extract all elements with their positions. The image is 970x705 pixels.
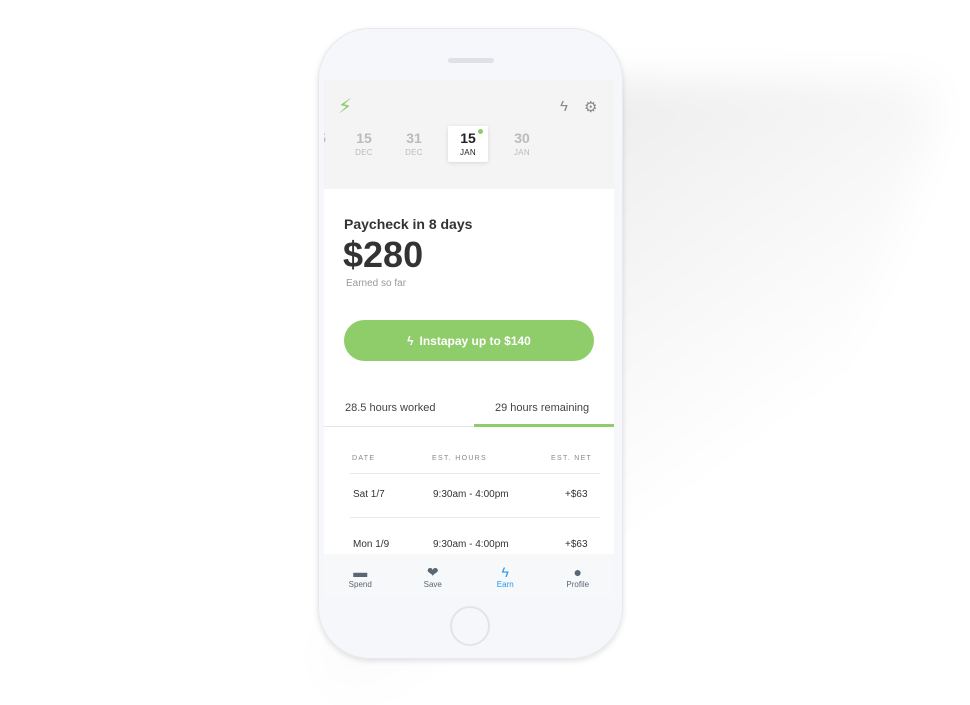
phone-frame: ⚡︎ ϟ ⚙ 5C 15DEC 31DEC 15JAN 30JAN Payche… [318, 28, 623, 659]
date-day: 5 [324, 130, 342, 146]
divider [350, 517, 600, 518]
row-hours: 9:30am - 4:00pm [433, 539, 509, 550]
date-month: JAN [459, 148, 476, 157]
nav-profile[interactable]: ● Profile [542, 554, 615, 598]
nav-earn[interactable]: ϟ Earn [469, 554, 542, 598]
status-dot [478, 129, 483, 134]
paycheck-title: Paycheck in 8 days [344, 216, 473, 232]
date-month: C [324, 148, 342, 157]
date-item[interactable]: 30 JAN [502, 130, 542, 157]
nav-label: Spend [348, 580, 372, 589]
nav-label: Earn [496, 580, 514, 589]
row-net: +$63 [565, 539, 588, 550]
instapay-label: Instapay up to $140 [419, 333, 531, 348]
date-header: ⚡︎ ϟ ⚙ 5C 15DEC 31DEC 15JAN 30JAN [324, 80, 614, 189]
tab-hours-remaining[interactable]: 29 hours remaining [495, 402, 589, 414]
instapay-button[interactable]: ϟ Instapay up to $140 [344, 320, 594, 361]
date-item[interactable]: 31 DEC [394, 130, 434, 157]
bolt-icon: ϟ [407, 333, 414, 348]
header-net: EST. NET [551, 455, 593, 462]
date-day: 31 [406, 130, 422, 146]
nav-save[interactable]: ❤ Save [397, 554, 470, 598]
row-date: Mon 1/9 [353, 539, 390, 550]
earned-label: Earned so far [346, 278, 407, 289]
heart-icon: ❤ [426, 564, 439, 580]
date-day: 30 [514, 130, 530, 146]
header-hours: EST. HOURS [432, 455, 488, 462]
nav-label: Save [423, 580, 442, 589]
date-month: DEC [355, 148, 373, 157]
row-date: Sat 1/7 [353, 489, 385, 500]
nav-label: Profile [566, 580, 590, 589]
date-month: JAN [513, 148, 530, 157]
wallet-icon: ▬ [353, 564, 368, 580]
row-net: +$63 [565, 489, 588, 500]
bolt-outline-icon[interactable]: ϟ [560, 98, 568, 115]
date-item[interactable]: 5C [324, 130, 342, 157]
date-day: 15 [356, 130, 372, 146]
gear-icon[interactable]: ⚙ [584, 98, 597, 116]
active-tab-indicator [474, 424, 614, 427]
bottom-nav: ▬ Spend ❤ Save ϟ Earn ● Profile [324, 554, 614, 598]
date-month: DEC [405, 148, 423, 157]
person-icon: ● [573, 564, 582, 580]
app-screen: ⚡︎ ϟ ⚙ 5C 15DEC 31DEC 15JAN 30JAN Payche… [324, 80, 614, 598]
date-item-selected[interactable]: 15 JAN [448, 126, 488, 162]
tab-hours-worked[interactable]: 28.5 hours worked [345, 402, 436, 414]
nav-spend[interactable]: ▬ Spend [324, 554, 397, 598]
divider [350, 473, 600, 474]
date-item[interactable]: 15 DEC [344, 130, 384, 157]
home-button[interactable] [450, 606, 490, 646]
header-date: DATE [352, 455, 376, 462]
bolt-icon: ϟ [501, 564, 509, 580]
speaker [448, 58, 494, 63]
logo-bolt-icon: ⚡︎ [338, 96, 353, 118]
earned-amount: $280 [343, 234, 424, 275]
row-hours: 9:30am - 4:00pm [433, 489, 509, 500]
